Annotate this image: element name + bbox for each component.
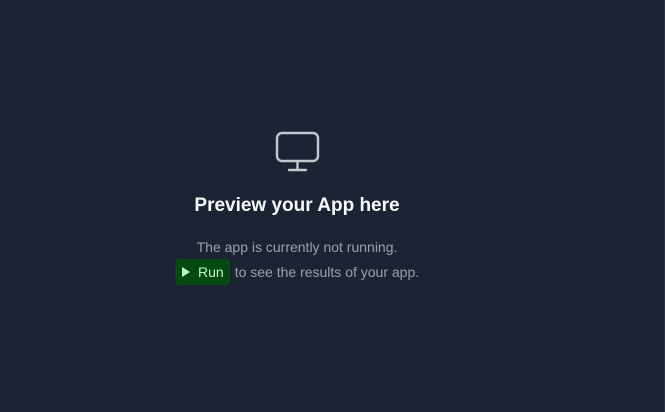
run-button[interactable]: Run (175, 259, 230, 285)
play-icon (182, 267, 190, 277)
preview-title: Preview your App here (194, 195, 400, 216)
run-hint-text: to see the results of your app. (234, 264, 420, 280)
webview-preview-panel: Preview your App here The app is current… (0, 0, 594, 412)
not-running-message: The app is currently not running. (196, 239, 398, 255)
monitor-icon (275, 131, 320, 172)
run-hint: Run to see the results of your app. (175, 259, 419, 285)
run-button-label: Run (198, 264, 224, 280)
